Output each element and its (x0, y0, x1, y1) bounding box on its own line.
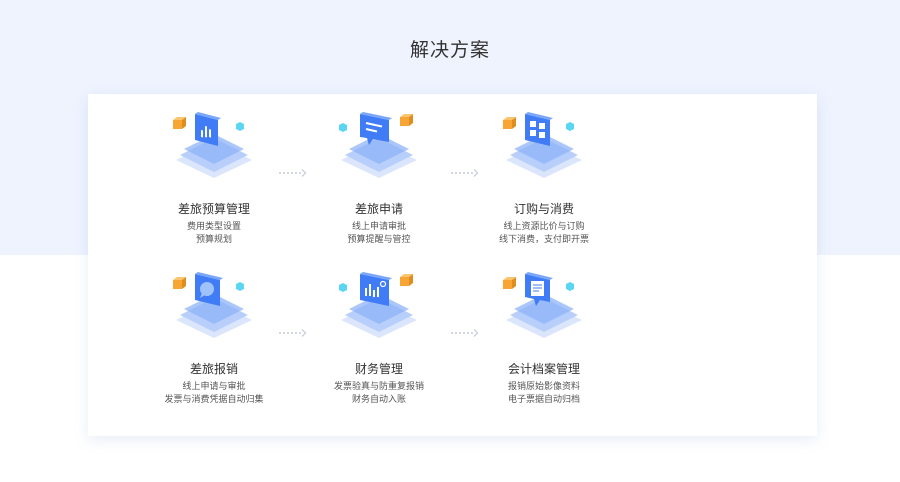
message-icon (339, 112, 417, 178)
bar-chart-icon (173, 112, 252, 178)
solution-desc: 发票验真与防重复报销 财务自动入账 (334, 381, 424, 407)
solution-cell: 差旅申请 线上申请审批 预算提醒与管控 (322, 108, 436, 268)
analytics-chart-icon (339, 272, 417, 338)
solution-desc-line: 发票与消费凭据自动归集 (164, 395, 264, 405)
solution-item-financial-management: 财务管理 发票验真与防重复报销 财务自动入账 (299, 268, 459, 407)
solution-desc-line: 预算提醒与管控 (347, 235, 411, 245)
solution-title: 订购与消费 (513, 202, 574, 216)
solution-title: 差旅预算管理 (177, 202, 250, 216)
solution-desc-line: 预算规划 (195, 235, 232, 245)
solution-title: 差旅报销 (189, 362, 238, 376)
solution-title: 财务管理 (354, 362, 403, 376)
solutions-card: 差旅预算管理 费用类型设置 预算规划 差旅申请 线上申请审批 预算提醒与管控 订… (88, 94, 817, 436)
solution-title: 会计档案管理 (507, 362, 580, 376)
solution-desc-line: 线上申请与审批 (182, 382, 246, 392)
solution-desc: 线上申请审批 预算提醒与管控 (347, 221, 410, 247)
solution-desc: 报销原始影像资料 电子票据自动归档 (508, 381, 580, 407)
solution-item-travel-application: 差旅申请 线上申请审批 预算提醒与管控 (299, 108, 459, 247)
solution-desc-line: 费用类型设置 (186, 222, 241, 232)
solution-cell: 差旅报销 线上申请与审批 发票与消费凭据自动归集 (164, 268, 264, 428)
solution-desc-line: 线上申请审批 (351, 222, 406, 232)
solution-desc-line: 线下消费，支付即开票 (498, 235, 589, 245)
solution-item-accounting-archives: 会计档案管理 报销原始影像资料 电子票据自动归档 (464, 268, 624, 407)
solution-cell: 财务管理 发票验真与防重复报销 财务自动入账 (322, 268, 436, 428)
solution-desc-line: 财务自动入账 (351, 395, 406, 405)
solution-title: 差旅申请 (354, 202, 403, 216)
solution-item-ordering-consumption: 订购与消费 线上资源比价与订购 线下消费，支付即开票 (464, 108, 624, 247)
solution-cell: 订购与消费 线上资源比价与订购 线下消费，支付即开票 (494, 108, 594, 268)
chat-bubble-icon (173, 272, 252, 338)
solution-desc: 线上申请与审批 发票与消费凭据自动归集 (164, 381, 263, 407)
page-title: 解决方案 (409, 39, 490, 61)
grid-apps-icon (503, 112, 582, 178)
document-icon (503, 272, 582, 338)
solution-cell: 差旅预算管理 费用类型设置 预算规划 (164, 108, 264, 268)
solution-cell: 会计档案管理 报销原始影像资料 电子票据自动归档 (494, 268, 594, 428)
solution-desc: 费用类型设置 预算规划 (187, 221, 241, 247)
solution-desc-line: 发票验真与防重复报销 (333, 382, 424, 392)
solutions-grid: 差旅预算管理 费用类型设置 预算规划 差旅申请 线上申请审批 预算提醒与管控 订… (88, 94, 817, 436)
solution-desc-line: 线上资源比价与订购 (503, 222, 585, 232)
solution-desc: 线上资源比价与订购 线下消费，支付即开票 (499, 221, 589, 247)
solution-desc-line: 报销原始影像资料 (507, 382, 580, 392)
solution-desc-line: 电子票据自动归档 (507, 395, 580, 405)
